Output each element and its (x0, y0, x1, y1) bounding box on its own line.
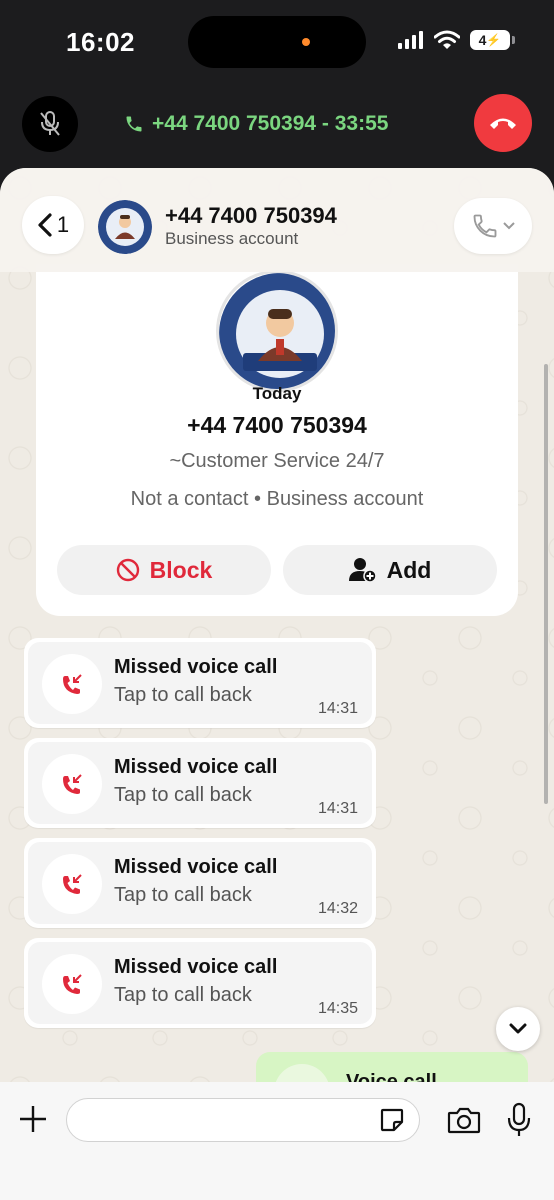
message-title: Missed voice call (114, 756, 278, 778)
message-title: Missed voice call (114, 856, 278, 878)
business-display-name: ~Customer Service 24/7 (169, 450, 385, 472)
chevron-left-icon (38, 213, 52, 237)
message-input[interactable] (66, 1098, 420, 1142)
contact-name[interactable]: +44 7400 750394 (165, 203, 337, 229)
recording-dot (302, 38, 310, 46)
microphone-icon (507, 1102, 531, 1136)
missed-call-message[interactable]: Missed voice call Tap to call back 14:31 (24, 638, 376, 728)
add-contact-button[interactable]: Add (283, 545, 497, 595)
end-call-icon (490, 118, 516, 129)
date-separator: Today (252, 384, 302, 403)
message-body: Missed voice call Tap to call back 14:31 (28, 742, 372, 824)
dynamic-island (188, 16, 366, 68)
end-call-button[interactable] (474, 94, 532, 152)
message-title: Missed voice call (114, 656, 278, 678)
message-title: Missed voice call (114, 956, 278, 978)
block-button[interactable]: Block (57, 545, 271, 595)
back-button[interactable]: 1 (22, 196, 84, 254)
camera-icon (447, 1107, 481, 1134)
camera-button[interactable] (446, 1102, 482, 1138)
chat-header: 1 +44 7400 750394 Business account (0, 168, 554, 272)
active-call-info[interactable]: +44 7400 750394 - 33:55 (124, 112, 388, 136)
phone-outline-icon (473, 214, 497, 238)
contact-avatar[interactable] (98, 200, 152, 254)
sticker-icon (380, 1108, 404, 1132)
message-body: Missed voice call Tap to call back 14:32 (28, 842, 372, 924)
message-body: Missed voice call Tap to call back 14:35 (28, 942, 372, 1024)
missed-call-icon (42, 754, 102, 814)
missed-call-message[interactable]: Missed voice call Tap to call back 14:32 (24, 838, 376, 928)
status-bar: 16:02 4 ⚡ (0, 0, 554, 86)
business-logo-small (98, 200, 152, 254)
sticker-button[interactable] (378, 1106, 406, 1134)
active-call-bar[interactable]: +44 7400 750394 - 33:55 (0, 86, 554, 168)
unread-count: 1 (56, 212, 70, 237)
call-menu-button[interactable] (454, 198, 532, 254)
mute-button[interactable] (22, 96, 78, 152)
scroll-indicator[interactable] (544, 364, 548, 804)
wifi-icon (434, 30, 460, 49)
block-icon (116, 558, 139, 582)
status-time: 16:02 (66, 27, 135, 57)
missed-call-icon (42, 854, 102, 914)
scroll-to-bottom-button[interactable] (496, 1007, 540, 1051)
contact-subtitle: Business account (165, 229, 299, 248)
phone-icon (126, 116, 142, 132)
message-time: 14:32 (317, 900, 358, 917)
missed-call-icon (42, 654, 102, 714)
voice-note-button[interactable] (504, 1100, 534, 1140)
attach-button[interactable] (16, 1102, 50, 1136)
business-phone-number: +44 7400 750394 (187, 412, 367, 438)
missed-call-message[interactable]: Missed voice call Tap to call back 14:35 (24, 938, 376, 1028)
message-subtitle: Tap to call back (114, 784, 252, 806)
contact-status: Not a contact • Business account (130, 488, 424, 510)
chevron-down-icon (509, 1023, 527, 1034)
missed-call-message[interactable]: Missed voice call Tap to call back 14:31 (24, 738, 376, 828)
signal-icon (398, 31, 423, 49)
message-subtitle: Tap to call back (114, 884, 252, 906)
message-subtitle: Tap to call back (114, 684, 252, 706)
chevron-down-icon (503, 222, 515, 230)
business-logo (219, 273, 335, 389)
message-input-bar (0, 1082, 554, 1200)
mic-off-icon (40, 111, 60, 136)
plus-icon (20, 1106, 46, 1132)
business-info-card: Today +44 7400 750394 ~Customer Service … (36, 264, 518, 616)
add-person-icon (348, 558, 377, 583)
message-time: 14:31 (317, 800, 358, 817)
missed-call-icon (42, 954, 102, 1014)
message-time: 14:31 (317, 700, 358, 717)
add-label: Add (386, 556, 432, 583)
status-icons: 4 ⚡ (398, 30, 515, 50)
battery-icon: 4 ⚡ (470, 30, 515, 50)
active-call-label: +44 7400 750394 - 33:55 (152, 112, 389, 135)
block-label: Block (149, 556, 213, 583)
business-avatar (216, 270, 338, 392)
battery-level: 4 (478, 32, 487, 48)
message-subtitle: Tap to call back (114, 984, 252, 1006)
message-body: Missed voice call Tap to call back 14:31 (28, 642, 372, 724)
chat-screen: Today +44 7400 750394 ~Customer Service … (0, 168, 554, 1200)
message-time: 14:35 (317, 1000, 358, 1017)
